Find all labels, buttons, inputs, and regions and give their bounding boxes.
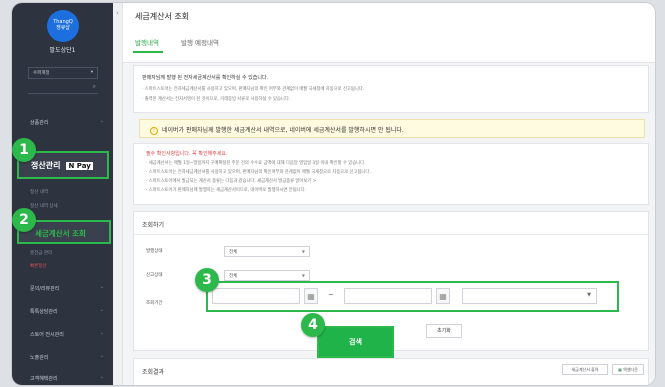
app-window: ThangQ 쟁큐샵 팔도상단1 수퍼계정 ▾ ⌕ 상품관리 ⌄ 정산관리 N Pay… <box>12 3 655 385</box>
excel-download-button[interactable]: ▦ 엑셀다운 <box>612 364 644 375</box>
sidebar-sub-charge[interactable]: 충전금 관리 <box>30 250 52 256</box>
chevron-down-icon: ⌄ <box>99 118 104 124</box>
sidebar-item-store[interactable]: 스토어 전시관리 ⌄ <box>12 327 113 341</box>
chevron-down-icon: ⌄ <box>99 353 104 359</box>
chevron-down-icon: ⌄ <box>99 284 104 290</box>
step-badge-2: 2 <box>12 208 36 232</box>
label-status: 발행상태 <box>146 249 163 254</box>
sidebar-item-label: 문의/리뷰관리 <box>30 286 60 292</box>
sidebar-item-label: 상품관리 <box>30 120 49 126</box>
sidebar-sub-quick[interactable]: 빠른정산 <box>30 263 47 269</box>
sidebar-item-product[interactable]: 상품관리 ⌄ <box>12 115 113 129</box>
status-select[interactable]: 전체 ▼ <box>224 246 310 257</box>
info-line: · 스마트스토어는 전자세금계산서를 사용하고 있으며, 판매자님의 확인 여부… <box>142 87 365 92</box>
shop-name: 팔도상단1 <box>49 47 76 54</box>
sidebar-collapse-toggle[interactable]: ‹ <box>113 3 123 385</box>
result-title: 조회결과 <box>142 369 165 376</box>
label-report: 신고상태 <box>146 273 163 278</box>
divider <box>134 234 648 235</box>
sidebar-item-nochul[interactable]: 노출관리 ⌄ <box>12 350 113 364</box>
sidebar-item-label: 노출관리 <box>30 355 49 361</box>
active-tab-indicator <box>133 51 163 53</box>
npay-badge: N Pay <box>66 162 93 170</box>
sidebar-sub-settlement-detail[interactable]: 정산 내역 상세 <box>30 203 58 209</box>
sidebar-item-talktalk[interactable]: 톡톡상담관리 ⌄ <box>12 304 113 318</box>
must-check-line: · 스마트스토어가 판매자님께 발행하는 세금계산서이므로, 네이버로 발행하시… <box>146 188 306 193</box>
chevron-down-icon: ▼ <box>301 273 305 278</box>
chevron-down-icon: ▼ <box>301 249 305 254</box>
chevron-down-icon: ▼ <box>587 292 591 298</box>
search-icon[interactable]: ⌕ <box>28 83 98 94</box>
period-select[interactable]: ▼ <box>462 288 597 304</box>
report-select-value: 전체 <box>229 274 238 279</box>
sidebar-item-label: 스토어 전시관리 <box>30 332 64 338</box>
label-period: 조회기간 <box>146 301 163 306</box>
chevron-down-icon: ▾ <box>90 70 93 75</box>
chevron-down-icon: ⌄ <box>99 307 104 313</box>
start-date-input[interactable] <box>212 288 300 304</box>
status-select-value: 전체 <box>229 250 238 255</box>
info-heading: 판매자님께 발행 된 전자세금계산서를 확인하실 수 있습니다. <box>142 75 269 81</box>
reset-button[interactable]: 초기화 <box>426 324 462 338</box>
sidebar-item-label: 톡톡상담관리 <box>30 309 58 315</box>
step-badge-1: 1 <box>12 138 36 162</box>
must-check-line: · 스마트스토어에서 발급되는 계산서 종류는 다음과 같습니다. 세금계산서 … <box>146 179 317 184</box>
page-header: 세금계산서 조회 발행내역 발행 예정내역 <box>123 3 655 63</box>
chevron-left-icon: ‹ <box>116 9 119 17</box>
excel-icon: ▦ <box>618 367 622 372</box>
print-invoice-button[interactable]: 세금계산서 출력 <box>562 364 608 375</box>
info-card: 판매자님께 발행 된 전자세금계산서를 확인하실 수 있습니다. · 스마트스토… <box>133 65 649 113</box>
chevron-down-icon: ⌄ <box>99 330 104 336</box>
date-range-dash: ~ <box>328 291 334 299</box>
step-badge-4: 4 <box>301 313 325 337</box>
sidebar: ThangQ 쟁큐샵 팔도상단1 수퍼계정 ▾ ⌕ 상품관리 ⌄ 정산관리 N Pay… <box>12 3 113 385</box>
sidebar-item-review[interactable]: 문의/리뷰관리 ⌄ <box>12 281 113 295</box>
result-card: 조회결과 세금계산서 출력 ▦ 엑셀다운 <box>133 358 649 385</box>
period-range-highlight: ▦ ~ ▦ ▼ <box>206 281 619 312</box>
must-check-card: 필수 확인사항입니다. 꼭 확인해주세요. · 세금계산서는 매월 1일~말일까… <box>133 143 649 205</box>
sidebar-item-more[interactable]: 고객혜택관리 ⌄ <box>12 371 113 385</box>
logo-line-2: 쟁큐샵 <box>56 25 70 31</box>
search-section-title: 조회하기 <box>142 222 165 229</box>
step-badge-3: 3 <box>195 268 219 292</box>
sidebar-sub-settlement-list[interactable]: 정산 내역 <box>30 189 48 195</box>
store-select-value: 수퍼계정 <box>33 71 50 76</box>
info-icon: i <box>150 127 158 135</box>
end-date-input[interactable] <box>344 288 432 304</box>
tab-issued[interactable]: 발행내역 <box>135 37 159 47</box>
must-check-line: · 스마트스토어는 전자세금계산서를 사용하고 있으며, 판매자님의 확인여부와… <box>146 170 371 175</box>
notice-banner: i 네이버가 판매자님께 발행한 세금계산서 내역으로, 네이버에 세금계산서를 … <box>139 119 645 138</box>
report-select[interactable]: 전체 ▼ <box>224 270 310 281</box>
excel-download-label: 엑셀다운 <box>623 367 638 372</box>
notice-text: 네이버가 판매자님께 발행한 세금계산서 내역으로, 네이버에 세금계산서를 발… <box>162 127 404 134</box>
chevron-down-icon: ⌄ <box>99 374 104 380</box>
info-line: · 출력된 계산서는 전자서명이 된 것이므로, 거래증빙 서류로 사용하실 수… <box>142 97 291 102</box>
calendar-icon[interactable]: ▦ <box>304 288 318 304</box>
page-title: 세금계산서 조회 <box>135 12 190 21</box>
store-select[interactable]: 수퍼계정 ▾ <box>28 67 98 79</box>
tab-scheduled[interactable]: 발행 예정내역 <box>181 37 219 47</box>
store-logo: ThangQ 쟁큐샵 <box>47 10 79 42</box>
sidebar-item-label: 정산관리 <box>31 161 61 170</box>
calendar-icon[interactable]: ▦ <box>436 288 450 304</box>
sidebar-item-label: 고객혜택관리 <box>30 376 58 382</box>
must-check-heading: 필수 확인사항입니다. 꼭 확인해주세요. <box>146 151 228 157</box>
must-check-line: · 세금계산서는 매월 1일~말일까지 구매확정된 주문 건의 수수료 금액에 … <box>146 161 366 166</box>
search-button[interactable]: 검색 <box>317 326 394 358</box>
